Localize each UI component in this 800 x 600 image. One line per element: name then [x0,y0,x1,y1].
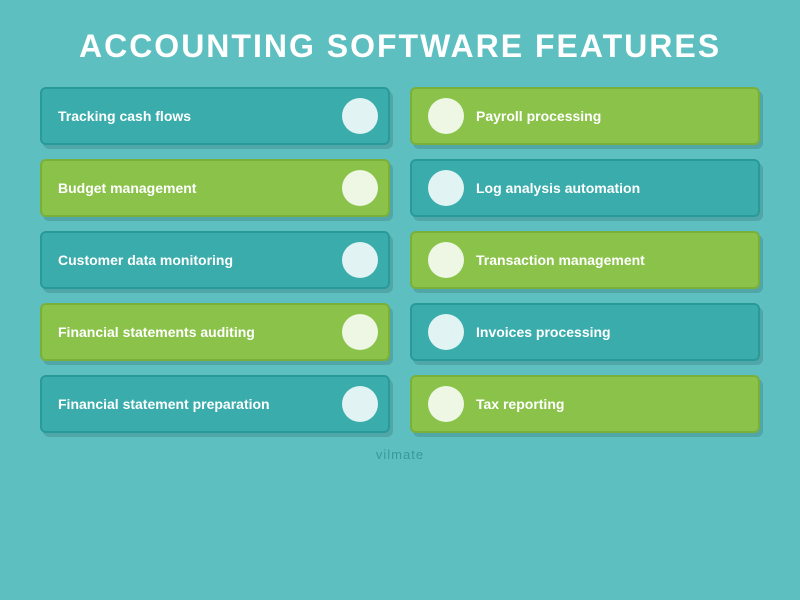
feature-label: Financial statement preparation [58,396,342,412]
feature-circle [428,242,464,278]
feature-circle [342,242,378,278]
page-title: ACCOUNTING SOFTWARE FEATURES [79,28,721,65]
feature-circle [428,314,464,350]
feature-card: Financial statements auditing [40,303,390,361]
feature-label: Budget management [58,180,342,196]
feature-circle [342,98,378,134]
feature-circle [428,98,464,134]
feature-card: Tax reporting [410,375,760,433]
feature-label: Tax reporting [476,396,748,412]
feature-circle [428,386,464,422]
feature-circle [342,170,378,206]
feature-card: Financial statement preparation [40,375,390,433]
feature-circle [342,386,378,422]
feature-card: Tracking cash flows [40,87,390,145]
feature-card: Invoices processing [410,303,760,361]
feature-label: Payroll processing [476,108,748,124]
feature-card: Transaction management [410,231,760,289]
feature-circle [428,170,464,206]
feature-card: Customer data monitoring [40,231,390,289]
feature-label: Financial statements auditing [58,324,342,340]
feature-label: Invoices processing [476,324,748,340]
feature-card: Log analysis automation [410,159,760,217]
feature-label: Log analysis automation [476,180,748,196]
feature-card: Budget management [40,159,390,217]
features-grid: Tracking cash flows Payroll processing Bud… [40,87,760,433]
feature-label: Transaction management [476,252,748,268]
feature-circle [342,314,378,350]
branding-label: vilmate [376,447,424,462]
feature-card: Payroll processing [410,87,760,145]
feature-label: Customer data monitoring [58,252,342,268]
feature-label: Tracking cash flows [58,108,342,124]
